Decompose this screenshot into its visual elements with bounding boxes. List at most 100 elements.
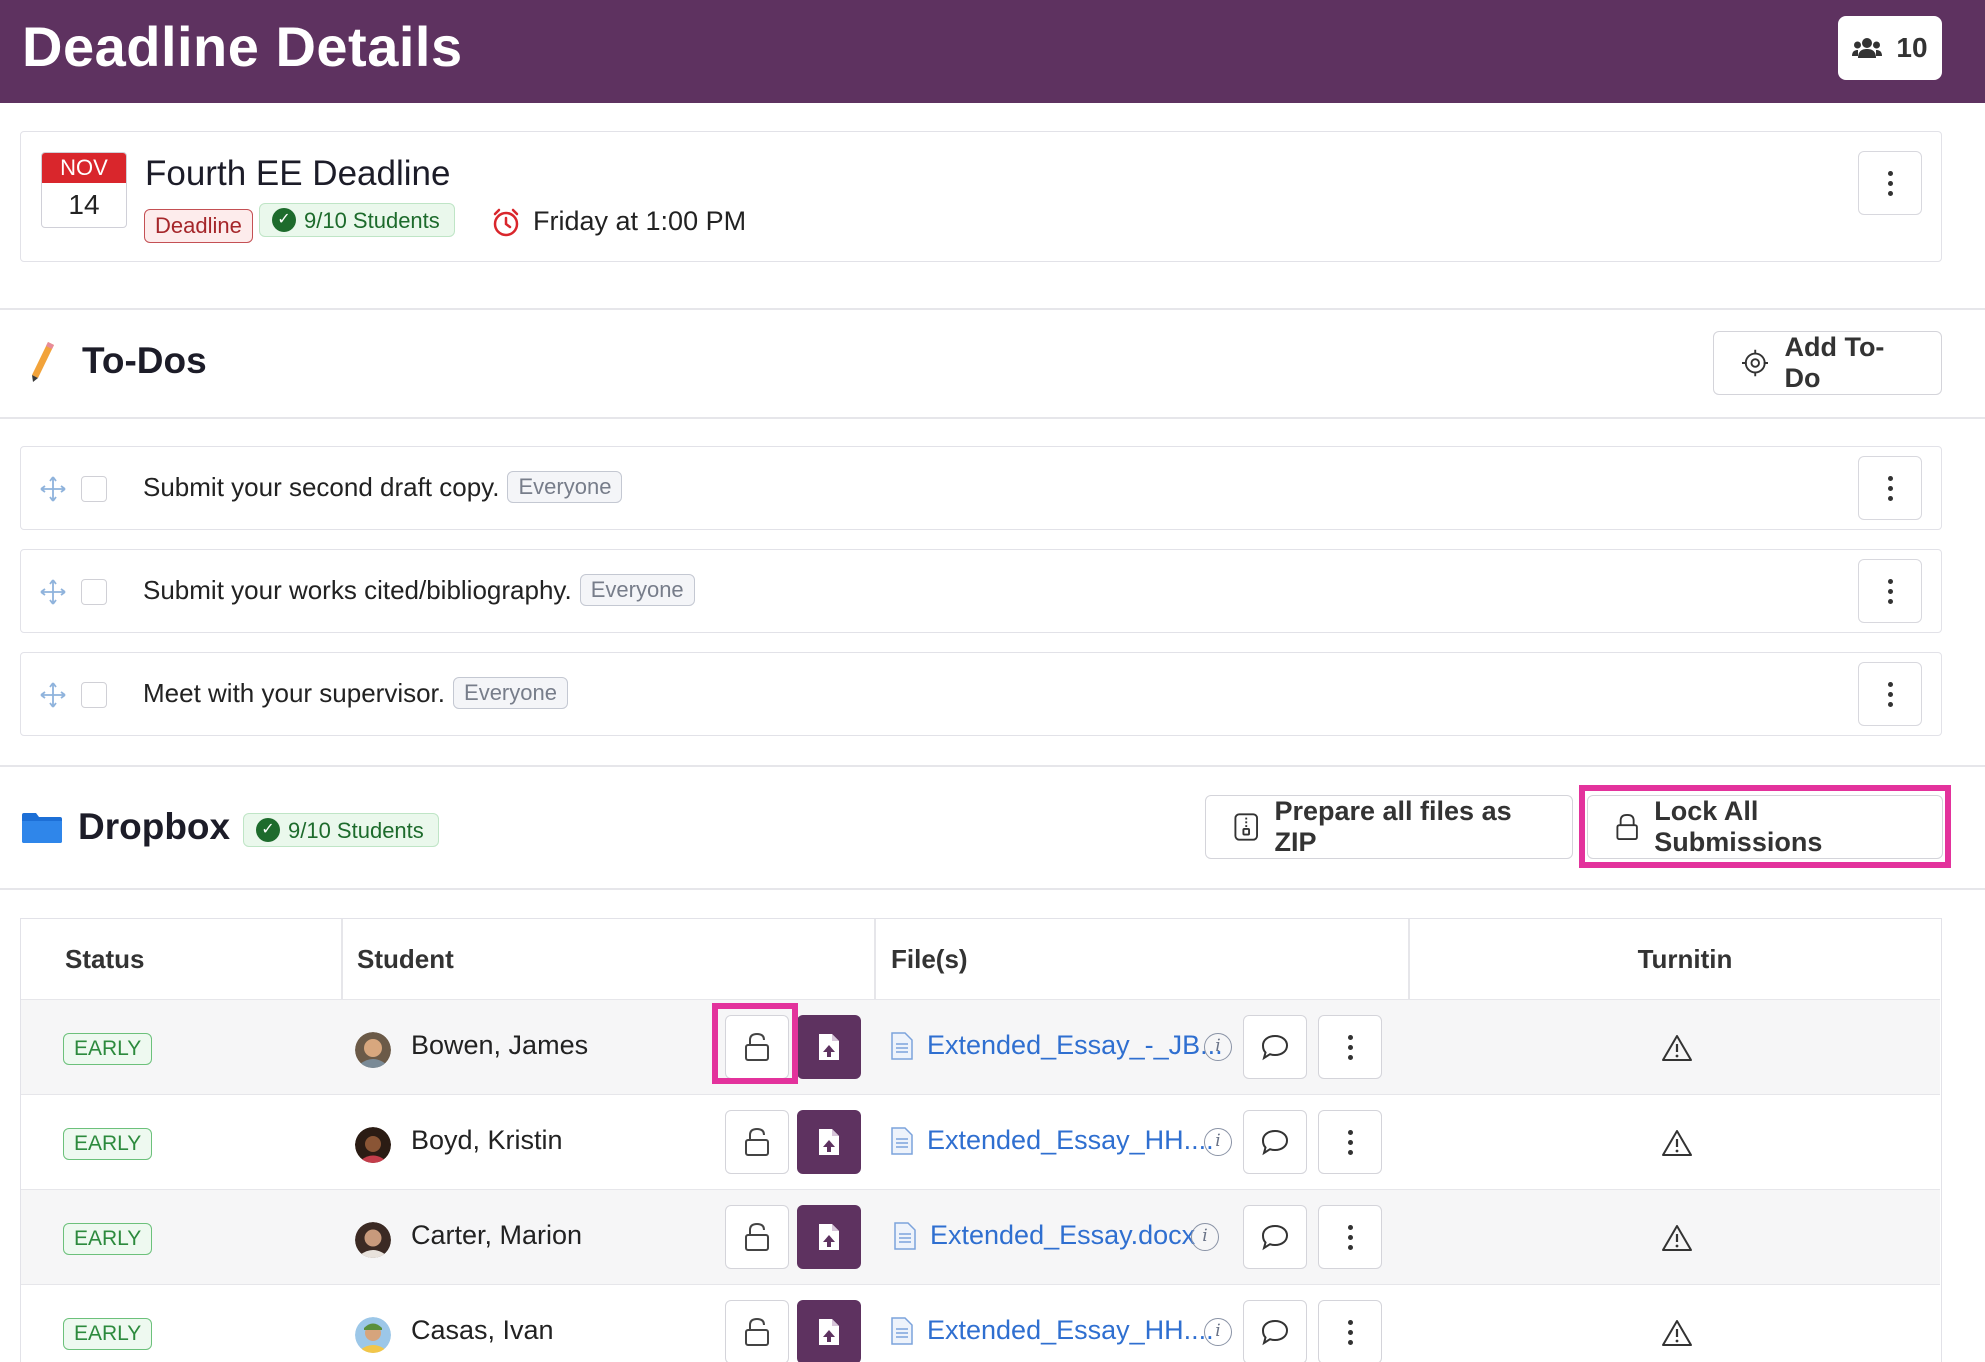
move-icon[interactable] <box>39 681 67 709</box>
comment-button[interactable] <box>1243 1110 1307 1174</box>
status-badge: EARLY <box>63 1223 153 1255</box>
status-badge: EARLY <box>63 1033 153 1065</box>
audience-badge: Everyone <box>507 471 623 503</box>
todo-more-button[interactable] <box>1858 662 1922 726</box>
calendar-day: 14 <box>68 189 100 220</box>
comment-icon <box>1261 1319 1289 1346</box>
comment-button[interactable] <box>1243 1205 1307 1269</box>
todo-checkbox[interactable] <box>81 579 107 605</box>
student-name[interactable]: Boyd, Kristin <box>411 1125 563 1156</box>
status-badge: EARLY <box>63 1128 153 1160</box>
todo-content: Meet with your supervisor. Everyone <box>143 677 568 709</box>
file-link[interactable]: Extended_Essay_HH.... <box>927 1125 1214 1156</box>
row-more-button[interactable] <box>1318 1110 1382 1174</box>
upload-file-icon <box>819 1319 839 1345</box>
row-more-button[interactable] <box>1318 1015 1382 1079</box>
file-link[interactable]: Extended_Essay_HH.... <box>927 1315 1214 1346</box>
avatar <box>355 1032 391 1068</box>
unlock-submission-button[interactable] <box>725 1110 789 1174</box>
prepare-zip-button[interactable]: Prepare all files as ZIP <box>1205 795 1573 859</box>
todo-checkbox[interactable] <box>81 476 107 502</box>
lock-all-submissions-button[interactable]: Lock All Submissions <box>1587 795 1943 859</box>
due-time-text: Friday at 1:00 PM <box>533 206 747 236</box>
submissions-table: Status Student File(s) Turnitin EARLY Bo… <box>20 918 1942 1362</box>
table-row: EARLY Boyd, Kristin Extended_Essay_HH...… <box>21 1094 1940 1189</box>
prepare-zip-label: Prepare all files as ZIP <box>1274 796 1512 857</box>
deadline-title: Fourth EE Deadline <box>145 154 451 193</box>
upload-file-button[interactable] <box>797 1205 861 1269</box>
move-icon[interactable] <box>39 578 67 606</box>
unlock-icon <box>745 1127 769 1156</box>
upload-file-icon <box>819 1224 839 1250</box>
unlock-submission-button[interactable] <box>725 1205 789 1269</box>
add-todo-label: Add To-Do <box>1784 332 1885 393</box>
members-button[interactable]: 10 <box>1838 16 1942 80</box>
column-header-status[interactable]: Status <box>65 919 144 999</box>
avatar <box>355 1317 391 1353</box>
due-time: Friday at 1:00 PM <box>491 206 746 237</box>
move-icon[interactable] <box>39 475 67 503</box>
more-vertical-icon <box>1887 578 1893 604</box>
table-row: EARLY Carter, Marion Extended_Essay.docx <box>21 1189 1940 1284</box>
warning-icon <box>1662 1225 1692 1251</box>
audience-badge: Everyone <box>579 574 695 606</box>
unlock-submission-button[interactable] <box>725 1300 789 1362</box>
todo-content: Submit your works cited/bibliography. Ev… <box>143 574 695 606</box>
info-icon[interactable]: i <box>1191 1223 1219 1251</box>
todo-text: Submit your works cited/bibliography. <box>143 574 572 605</box>
todo-text: Submit your second draft copy. <box>143 471 500 502</box>
check-circle-icon: ✓ <box>272 208 296 232</box>
calendar-month: NOV <box>42 153 126 183</box>
users-icon <box>1852 38 1883 58</box>
deadline-card: NOV 14 Fourth EE Deadline Deadline ✓ 9/1… <box>20 131 1942 262</box>
lock-all-label: Lock All Submissions <box>1654 796 1823 857</box>
divider <box>0 888 1985 890</box>
unlock-submission-button[interactable] <box>725 1015 789 1079</box>
calendar-date: NOV 14 <box>41 152 127 228</box>
more-vertical-icon <box>1887 681 1893 707</box>
members-count: 10 <box>1896 32 1928 63</box>
column-header-student[interactable]: Student <box>357 919 454 999</box>
todo-more-button[interactable] <box>1858 559 1922 623</box>
column-header-files[interactable]: File(s) <box>891 919 968 999</box>
file-link[interactable]: Extended_Essay.docx <box>930 1220 1195 1251</box>
pencil-icon <box>32 342 54 382</box>
document-icon <box>891 1127 913 1155</box>
more-vertical-icon <box>1347 1129 1353 1155</box>
dropbox-students-badge: ✓ 9/10 Students <box>243 813 439 847</box>
deadline-more-button[interactable] <box>1858 151 1922 215</box>
document-icon <box>894 1222 916 1250</box>
upload-file-button[interactable] <box>797 1110 861 1174</box>
upload-file-button[interactable] <box>797 1015 861 1079</box>
row-more-button[interactable] <box>1318 1300 1382 1362</box>
column-header-turnitin[interactable]: Turnitin <box>1427 919 1943 999</box>
students-progress-badge: ✓ 9/10 Students <box>259 203 455 237</box>
row-more-button[interactable] <box>1318 1205 1382 1269</box>
info-icon[interactable]: i <box>1204 1033 1232 1061</box>
table-row: EARLY Casas, Ivan Extended_Essay_HH.... … <box>21 1284 1940 1362</box>
info-icon[interactable]: i <box>1204 1318 1232 1346</box>
more-vertical-icon <box>1347 1034 1353 1060</box>
comment-icon <box>1261 1129 1289 1156</box>
avatar <box>355 1222 391 1258</box>
comment-button[interactable] <box>1243 1015 1307 1079</box>
comment-button[interactable] <box>1243 1300 1307 1362</box>
upload-file-button[interactable] <box>797 1300 861 1362</box>
unlock-icon <box>745 1222 769 1251</box>
upload-file-icon <box>819 1129 839 1155</box>
todo-item: Submit your works cited/bibliography. Ev… <box>20 549 1942 633</box>
header-bar: Deadline Details 10 <box>0 0 1985 103</box>
student-name[interactable]: Bowen, James <box>411 1030 588 1061</box>
todo-more-button[interactable] <box>1858 456 1922 520</box>
info-icon[interactable]: i <box>1204 1128 1232 1156</box>
file-link[interactable]: Extended_Essay_-_JB... <box>927 1030 1223 1061</box>
add-todo-button[interactable]: Add To-Do <box>1713 331 1942 395</box>
student-name[interactable]: Casas, Ivan <box>411 1315 554 1346</box>
document-icon <box>891 1317 913 1345</box>
todo-checkbox[interactable] <box>81 682 107 708</box>
divider <box>0 308 1985 310</box>
avatar <box>355 1127 391 1163</box>
student-name[interactable]: Carter, Marion <box>411 1220 582 1251</box>
check-circle-icon: ✓ <box>256 818 280 842</box>
students-progress-text: 9/10 Students <box>304 207 440 233</box>
